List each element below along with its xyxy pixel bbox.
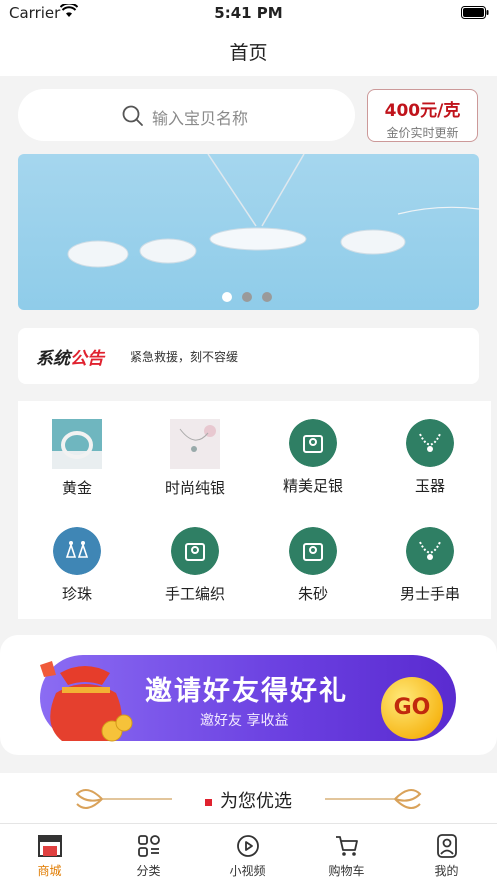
- category-label: 手工编织: [164, 585, 225, 603]
- nav-bar: 首页: [0, 26, 497, 76]
- tab-label: 我的: [434, 864, 459, 878]
- category-label: 珍珠: [61, 585, 92, 603]
- search-input[interactable]: 输入宝贝名称: [18, 89, 355, 141]
- category-label: 玉器: [414, 477, 445, 495]
- category-pearl[interactable]: 珍珠: [22, 527, 132, 604]
- page-dot[interactable]: [242, 292, 252, 302]
- gold-price-card[interactable]: 400元/克 金价实时更新: [367, 89, 478, 142]
- page-title: 首页: [229, 42, 268, 64]
- battery-icon: [461, 6, 489, 19]
- necklace-icon: [406, 419, 454, 467]
- search-placeholder: 输入宝贝名称: [152, 109, 249, 128]
- category-gold[interactable]: 黄金: [22, 419, 132, 498]
- tab-label: 商城: [37, 864, 62, 878]
- category-mens-bracelet[interactable]: 男士手串: [375, 527, 485, 604]
- category-fashion-silver[interactable]: 时尚纯银: [140, 419, 250, 498]
- store-icon: [37, 835, 62, 857]
- category-fine-silver[interactable]: 精美足银: [258, 419, 368, 496]
- ring-box-icon: [289, 527, 337, 575]
- notice-brand-part2: 公告: [70, 349, 104, 369]
- notice-text: 紧急救援，刻不容缓: [130, 350, 239, 364]
- tab-label: 分类: [136, 864, 161, 878]
- tab-me[interactable]: 我的: [397, 824, 496, 883]
- cart-icon: [335, 836, 358, 856]
- notice-brand-part1: 系统: [36, 349, 70, 369]
- category-cinnabar[interactable]: 朱砂: [258, 527, 368, 604]
- category-grid: 黄金 时尚纯银 精美足银 玉器 珍珠 手工编织 朱砂 男士手串: [18, 401, 491, 619]
- earrings-icon: [53, 527, 101, 575]
- recommend-header: 为您优选: [0, 773, 497, 823]
- category-jade[interactable]: 玉器: [375, 419, 485, 496]
- category-label: 黄金: [61, 479, 92, 497]
- page-dot[interactable]: [262, 292, 272, 302]
- notice-brand: 系统公告: [36, 344, 104, 369]
- go-button[interactable]: GO: [381, 677, 443, 739]
- bracelet-photo-icon: [52, 419, 102, 469]
- recommend-marker: [205, 798, 212, 806]
- page-dot-active[interactable]: [222, 292, 232, 302]
- invite-subtitle: 邀好友 享收益: [200, 713, 289, 729]
- category-label: 朱砂: [297, 585, 328, 603]
- recommend-title: 为您优选: [0, 787, 497, 813]
- tab-label: 小视频: [229, 864, 266, 878]
- user-icon: [436, 834, 457, 858]
- invite-title: 邀请好友得好礼: [145, 676, 348, 707]
- tab-store[interactable]: 商城: [0, 824, 99, 883]
- tab-cart[interactable]: 购物车: [297, 824, 396, 883]
- tab-label: 购物车: [328, 864, 365, 878]
- tab-short-video[interactable]: 小视频: [198, 824, 297, 883]
- category-icon: [137, 835, 160, 857]
- play-icon: [236, 835, 259, 857]
- status-bar: Carrier 5:41 PM: [0, 0, 497, 26]
- category-label: 精美足银: [282, 477, 343, 495]
- money-bag-icon: [40, 661, 133, 742]
- banner-page-indicator[interactable]: [222, 287, 282, 306]
- tab-bar: 商城 分类 小视频 购物车 我的: [0, 823, 497, 883]
- status-time: 5:41 PM: [214, 4, 283, 22]
- category-label: 时尚纯银: [164, 479, 225, 497]
- gold-price-value: 400元/克: [384, 101, 461, 121]
- recommend-label: 为您优选: [220, 791, 292, 812]
- tab-category[interactable]: 分类: [99, 824, 198, 883]
- system-notice[interactable]: 系统公告 紧急救援，刻不容缓: [18, 328, 479, 384]
- silver-necklace-photo-icon: [170, 419, 220, 469]
- ring-box-icon: [171, 527, 219, 575]
- category-label: 男士手串: [399, 585, 460, 603]
- search-icon: [122, 105, 143, 126]
- gold-price-subtitle: 金价实时更新: [386, 126, 459, 140]
- category-handwoven[interactable]: 手工编织: [140, 527, 250, 604]
- ring-box-icon: [289, 419, 337, 467]
- necklace-icon: [406, 527, 454, 575]
